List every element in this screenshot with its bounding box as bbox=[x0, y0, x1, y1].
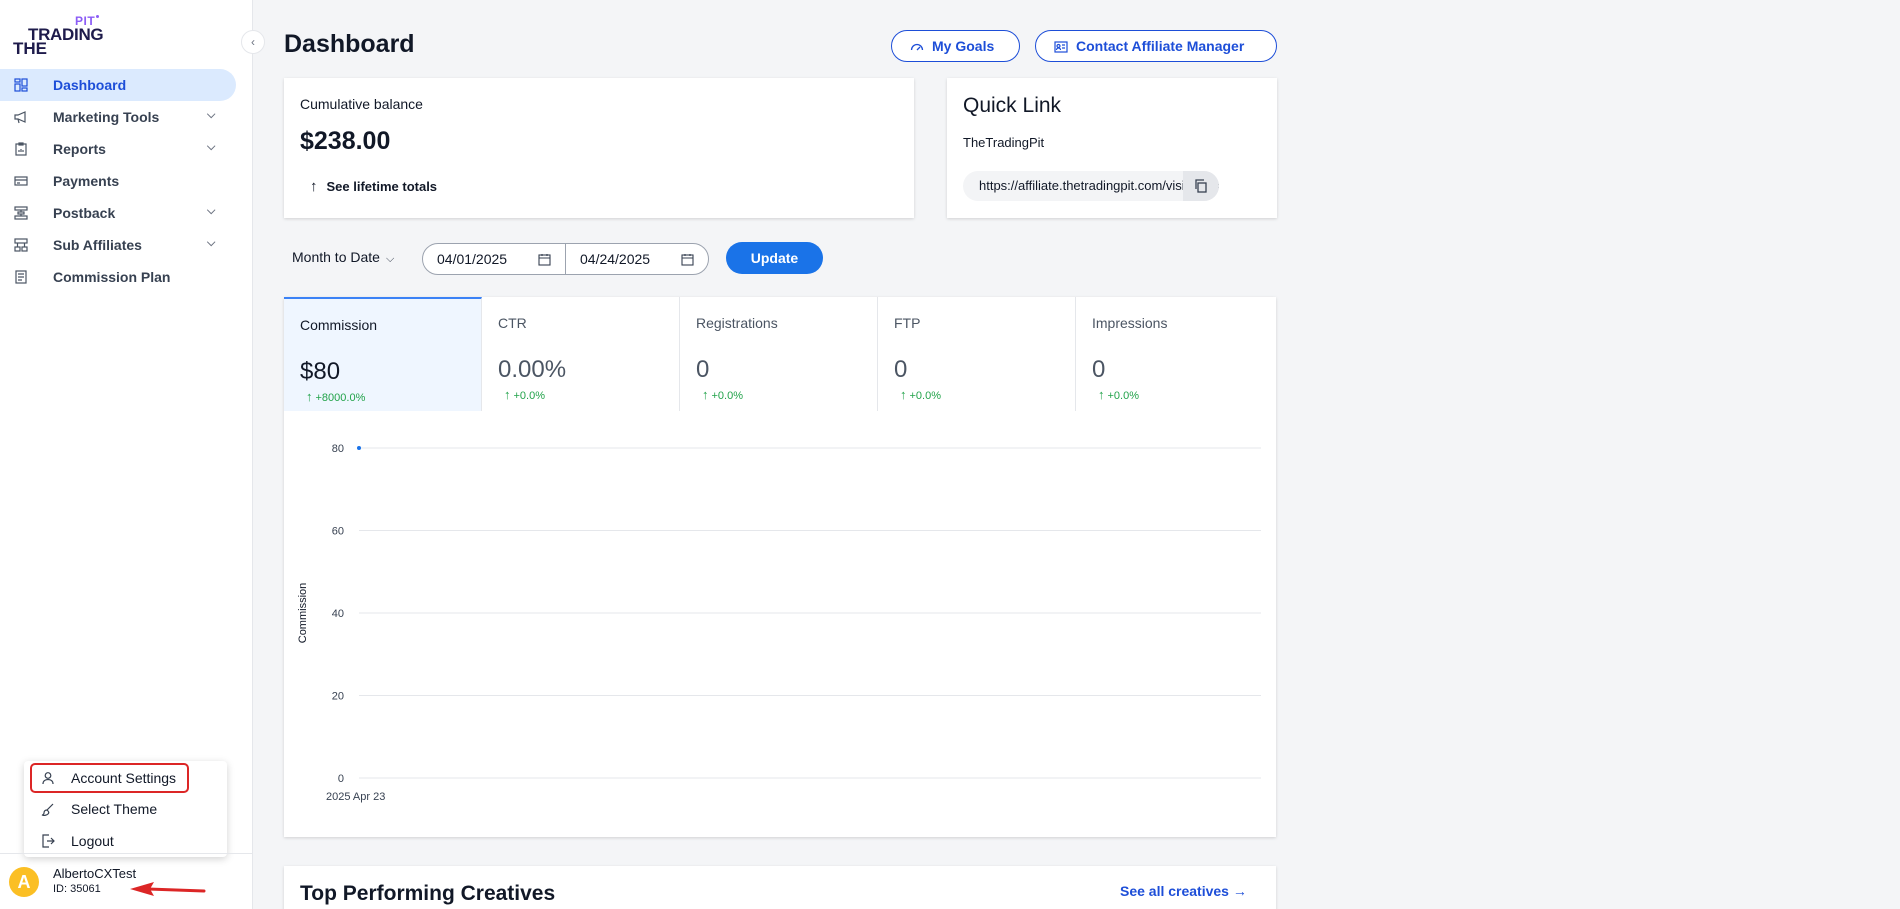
menu-item-select-theme[interactable]: Select Theme bbox=[24, 793, 227, 825]
brush-icon bbox=[41, 803, 54, 816]
data-point bbox=[357, 446, 361, 450]
y-tick-label: 40 bbox=[332, 608, 344, 620]
metric-tab-impressions[interactable]: Impressions 0 ↑ +0.0% bbox=[1076, 297, 1276, 411]
sidebar-item-label: Payments bbox=[53, 173, 120, 189]
arrow-up-icon: ↑ bbox=[306, 389, 313, 404]
chevron-down-icon: ⌵ bbox=[385, 253, 395, 265]
sidebar-item-reports[interactable]: Reports ⌵ bbox=[0, 133, 253, 165]
red-arrow-annotation bbox=[130, 882, 206, 896]
sidebar-nav: Dashboard Marketing Tools ⌵ Reports ⌵ Pa… bbox=[0, 69, 253, 293]
collapse-sidebar-button[interactable]: ‹ bbox=[241, 30, 265, 54]
main-content: Dashboard My Goals Contact Affiliate Man… bbox=[254, 0, 1900, 909]
sidebar-item-commission-plan[interactable]: Commission Plan bbox=[0, 261, 253, 293]
sidebar-item-dashboard[interactable]: Dashboard bbox=[0, 69, 236, 101]
gauge-icon bbox=[910, 43, 924, 51]
commission-chart: 0 20 40 60 80 Commission 2025 Apr 23 bbox=[284, 411, 1276, 831]
sidebar-item-marketing-tools[interactable]: Marketing Tools ⌵ bbox=[0, 101, 253, 133]
avatar[interactable]: A bbox=[9, 867, 39, 897]
y-tick-label: 0 bbox=[338, 773, 344, 785]
sidebar: PIT TRADING THE Dashboard Marketing Tool… bbox=[0, 0, 253, 909]
user-icon bbox=[42, 772, 54, 785]
sidebar-item-label: Commission Plan bbox=[53, 269, 171, 285]
calendar-icon[interactable] bbox=[538, 253, 551, 266]
chevron-down-icon[interactable]: ⌵ bbox=[207, 205, 215, 218]
sidebar-item-label: Postback bbox=[53, 205, 116, 221]
the-trading-pit-logo[interactable]: PIT TRADING THE bbox=[13, 14, 108, 58]
user-profile-bar[interactable]: A AlbertoCXTest ID: 35061 bbox=[0, 853, 253, 909]
update-button[interactable]: Update bbox=[726, 242, 823, 274]
chevron-down-icon[interactable]: ⌵ bbox=[207, 141, 215, 154]
cumulative-balance-card: Cumulative balance $238.00 ↑ See lifetim… bbox=[284, 78, 914, 218]
see-all-creatives-link[interactable]: See all creatives → bbox=[1120, 883, 1247, 899]
metric-tab-registrations[interactable]: Registrations 0 ↑ +0.0% bbox=[680, 297, 878, 411]
dashboard-icon bbox=[14, 78, 28, 92]
start-date-input[interactable]: 04/01/2025 bbox=[422, 243, 566, 275]
contact-affiliate-manager-button[interactable]: Contact Affiliate Manager bbox=[1035, 30, 1277, 62]
arrow-up-icon: ↑ bbox=[1098, 387, 1105, 402]
document-icon bbox=[15, 270, 27, 284]
sidebar-item-label: Reports bbox=[53, 141, 106, 157]
my-goals-button[interactable]: My Goals bbox=[891, 30, 1020, 62]
section-title: Top Performing Creatives bbox=[300, 882, 556, 905]
y-axis-label: Commission bbox=[297, 583, 309, 644]
top-creatives-card: Top Performing Creatives See all creativ… bbox=[284, 866, 1276, 909]
performance-card: Commission $80 ↑ +8000.0% CTR 0.00% ↑ +0.0… bbox=[284, 297, 1276, 837]
arrow-up-icon: ↑ bbox=[702, 387, 709, 402]
arrow-up-icon: ↑ bbox=[310, 178, 318, 195]
see-lifetime-totals-link[interactable]: ↑ See lifetime totals bbox=[310, 178, 437, 195]
x-tick-label: 2025 Apr 23 bbox=[326, 791, 385, 803]
calendar-icon[interactable] bbox=[681, 253, 694, 266]
arrow-up-icon: ↑ bbox=[900, 387, 907, 402]
balance-label: Cumulative balance bbox=[300, 96, 423, 112]
metric-tab-ctr[interactable]: CTR 0.00% ↑ +0.0% bbox=[482, 297, 680, 411]
sidebar-item-sub-affiliates[interactable]: Sub Affiliates ⌵ bbox=[0, 229, 253, 261]
logout-icon bbox=[42, 834, 55, 848]
date-range-select[interactable]: Month to Date ⌵ bbox=[292, 249, 394, 266]
sidebar-item-label: Sub Affiliates bbox=[53, 237, 142, 253]
arrow-up-icon: ↑ bbox=[504, 387, 511, 402]
quick-link-url-field[interactable]: https://affiliate.thetradingpit.com/visi… bbox=[963, 171, 1219, 201]
metric-tab-ftp[interactable]: FTP 0 ↑ +0.0% bbox=[878, 297, 1076, 411]
commission-chart-svg: 0 20 40 60 80 Commission 2025 Apr 23 bbox=[297, 443, 1261, 803]
sidebar-item-label: Dashboard bbox=[53, 77, 127, 93]
sidebar-item-postback[interactable]: Postback ⌵ bbox=[0, 197, 253, 229]
chevron-down-icon[interactable]: ⌵ bbox=[207, 237, 215, 250]
quick-link-title: Quick Link bbox=[963, 94, 1062, 117]
y-tick-label: 80 bbox=[332, 443, 344, 455]
chevron-down-icon[interactable]: ⌵ bbox=[207, 109, 215, 122]
y-tick-label: 60 bbox=[332, 526, 344, 538]
quick-link-card: Quick Link TheTradingPit https://affilia… bbox=[947, 78, 1277, 218]
menu-item-account-settings[interactable]: Account Settings bbox=[30, 763, 189, 793]
metric-tab-commission[interactable]: Commission $80 ↑ +8000.0% bbox=[284, 297, 482, 411]
user-name: AlbertoCXTest bbox=[53, 866, 137, 881]
arrow-right-icon: → bbox=[1232, 883, 1247, 899]
quick-link-brand: TheTradingPit bbox=[963, 135, 1045, 150]
user-menu-popup: Account Settings Select Theme Logout bbox=[24, 761, 227, 857]
copy-icon bbox=[1195, 179, 1207, 193]
contact-card-icon bbox=[1054, 41, 1068, 53]
card-icon bbox=[14, 176, 28, 186]
clipboard-icon bbox=[15, 142, 27, 156]
sidebar-item-payments[interactable]: Payments bbox=[0, 165, 253, 197]
sidebar-item-label: Marketing Tools bbox=[53, 109, 160, 125]
y-tick-label: 20 bbox=[332, 691, 344, 703]
balance-value: $238.00 bbox=[300, 127, 391, 155]
page-title: Dashboard bbox=[284, 30, 415, 58]
megaphone-icon bbox=[14, 111, 26, 124]
chevron-left-icon: ‹ bbox=[251, 35, 255, 49]
hierarchy-icon bbox=[14, 238, 28, 252]
copy-button[interactable] bbox=[1183, 171, 1219, 201]
user-id: ID: 35061 bbox=[53, 883, 101, 895]
end-date-input[interactable]: 04/24/2025 bbox=[565, 243, 709, 275]
postback-icon bbox=[14, 206, 28, 220]
